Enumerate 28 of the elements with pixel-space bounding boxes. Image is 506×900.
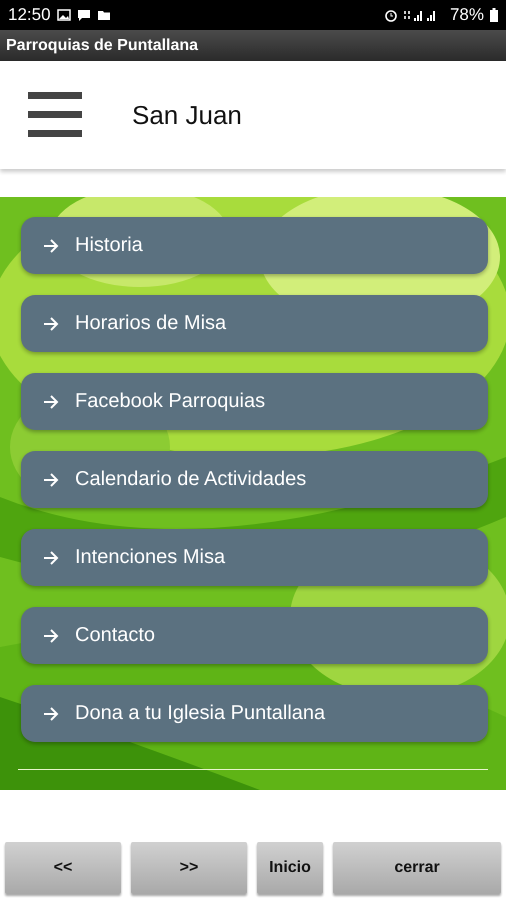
menu-item[interactable]: Calendario de Actividades [21, 451, 488, 508]
arrow-icon [43, 550, 59, 564]
nav-button[interactable]: << [5, 842, 121, 894]
status-time: 12:50 [8, 5, 51, 25]
arrow-icon [43, 472, 59, 486]
gallery-icon [56, 9, 71, 21]
folder-icon [96, 9, 111, 21]
nav-button[interactable]: cerrar [333, 842, 501, 894]
menu-item[interactable]: Dona a tu Iglesia Puntallana [21, 685, 488, 742]
menu-item[interactable]: Historia [21, 217, 488, 274]
menu-item[interactable]: Facebook Parroquias [21, 373, 488, 430]
arrow-icon [43, 394, 59, 408]
alarm-icon [384, 8, 398, 22]
arrow-icon [43, 706, 59, 720]
battery-percent: 78% [450, 5, 484, 25]
menu-item[interactable]: Horarios de Misa [21, 295, 488, 352]
app-title: Parroquias de Puntallana [6, 36, 198, 54]
page-title: San Juan [132, 100, 242, 130]
arrow-icon [43, 238, 59, 252]
nav-button[interactable]: >> [131, 842, 247, 894]
chat-icon [76, 8, 91, 22]
arrow-icon [43, 316, 59, 330]
menu-icon[interactable] [28, 92, 84, 138]
arrow-icon [43, 628, 59, 642]
menu-item[interactable]: Intenciones Misa [21, 529, 488, 586]
menu-item[interactable]: Contacto [21, 607, 488, 664]
battery-icon [490, 8, 498, 22]
nav-button[interactable]: Inicio [257, 842, 323, 894]
